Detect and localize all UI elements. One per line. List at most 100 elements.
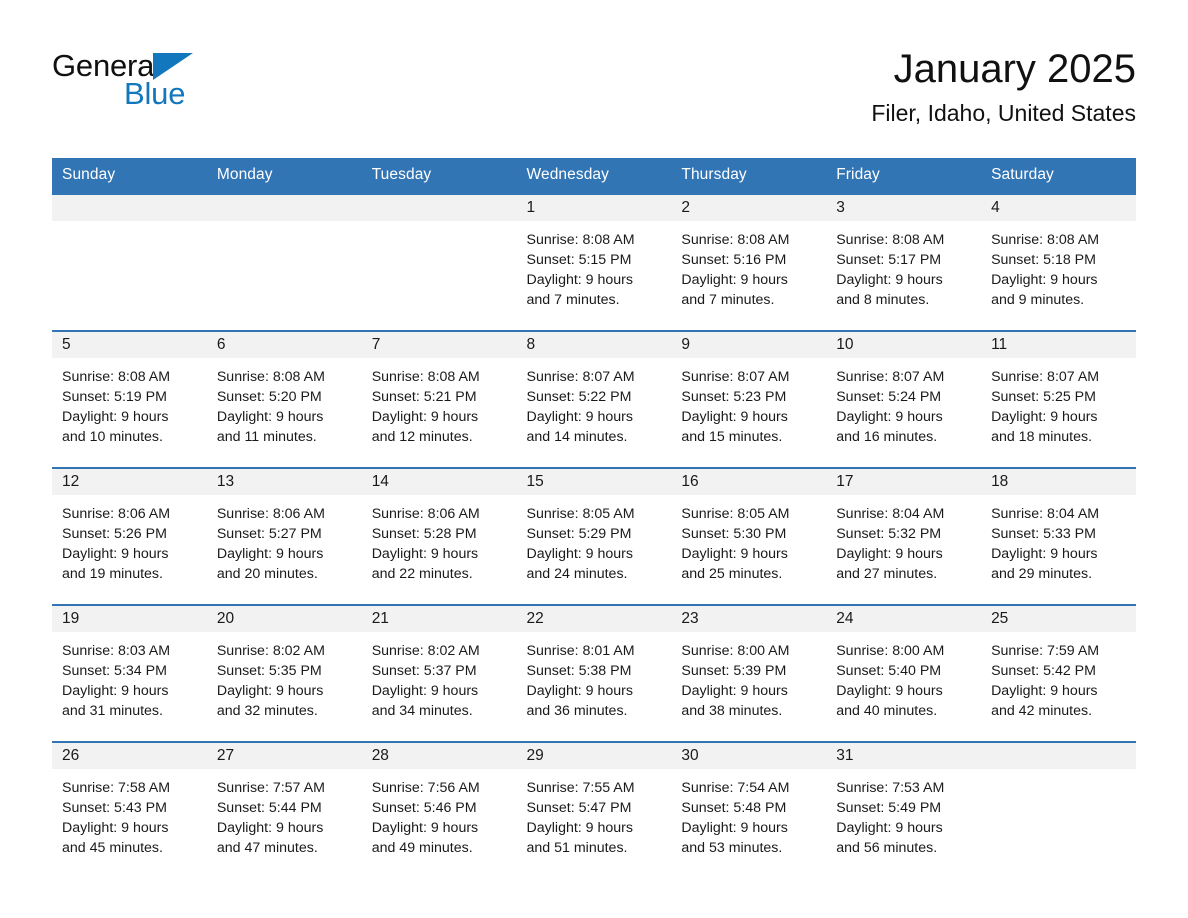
daylight-text: Daylight: 9 hours [991,683,1098,699]
sunrise-text: Sunrise: 8:06 AM [62,506,171,522]
day-number-band: 3 [826,195,982,221]
daylight-text: Daylight: 9 hours [216,683,324,699]
calendar-day-cell[interactable]: 21 Sunrise: 8:02 AM Sunset: 5:37 PM Dayligh… [361,604,517,742]
sunset-text: Sunset: 5:42 PM [991,663,1096,679]
day-number: 18 [991,473,1009,490]
sunset-text: Sunset: 5:19 PM [62,389,167,405]
calendar-day-cell[interactable]: 19 Sunrise: 8:03 AM Sunset: 5:34 PM Dayligh… [52,604,207,742]
calendar-day-cell[interactable]: 3 Sunrise: 8:08 AM Sunset: 5:17 PM Daylight… [826,193,982,331]
calendar-day-cell[interactable]: 16 Sunrise: 8:05 AM Sunset: 5:30 PM Dayligh… [671,467,827,605]
daylight-text: and 15 minutes. [681,429,783,445]
calendar-day-cell[interactable]: 10 Sunrise: 8:07 AM Sunset: 5:24 PM Dayligh… [826,330,982,468]
day-number-band: 12 [52,469,207,495]
day-cell-content: 3 Sunrise: 8:08 AM Sunset: 5:17 PM Daylight… [826,195,982,330]
calendar-day-cell[interactable]: 30 Sunrise: 7:54 AM Sunset: 5:48 PM Dayligh… [671,741,827,878]
calendar-day-cell[interactable]: 29 Sunrise: 7:55 AM Sunset: 5:47 PM Dayligh… [516,741,672,878]
day-number-band: 11 [981,332,1136,358]
day-cell-content: 6 Sunrise: 8:08 AM Sunset: 5:20 PM Daylight… [206,332,362,467]
day-number-band: 26 [52,743,207,769]
day-cell-content: 31 Sunrise: 7:53 AM Sunset: 5:49 PM Dayligh… [826,743,982,878]
day-number-band: 30 [671,743,827,769]
day-cell-content: 21 Sunrise: 8:02 AM Sunset: 5:37 PM Dayligh… [361,606,517,741]
calendar-day-cell[interactable]: 25 Sunrise: 7:59 AM Sunset: 5:42 PM Dayligh… [981,604,1136,742]
calendar-day-cell[interactable]: 26 Sunrise: 7:58 AM Sunset: 5:43 PM Dayligh… [52,741,207,878]
sunrise-text: Sunrise: 8:01 AM [526,643,635,659]
daylight-text: and 32 minutes. [216,703,318,719]
day-cell-content: 7 Sunrise: 8:08 AM Sunset: 5:21 PM Daylight… [361,332,517,467]
day-number: 25 [991,610,1009,627]
day-cell-content: 25 Sunrise: 7:59 AM Sunset: 5:42 PM Dayligh… [981,606,1136,741]
daylight-text: Daylight: 9 hours [836,272,943,288]
sunset-text: Sunset: 5:15 PM [526,252,632,268]
daylight-text: Daylight: 9 hours [216,820,324,836]
sunset-text: Sunset: 5:18 PM [991,252,1096,268]
day-sun-info: Sunrise: 8:07 AM Sunset: 5:22 PM Daylight:… [517,358,672,447]
day-number: 17 [836,473,854,490]
calendar-day-cell[interactable]: 23 Sunrise: 8:00 AM Sunset: 5:39 PM Dayligh… [671,604,827,742]
calendar-day-cell[interactable]: 6 Sunrise: 8:08 AM Sunset: 5:20 PM Daylight… [206,330,362,468]
daylight-text: and 51 minutes. [526,840,628,856]
day-cell-content: 26 Sunrise: 7:58 AM Sunset: 5:43 PM Dayligh… [52,743,207,878]
calendar-day-cell[interactable]: 4 Sunrise: 8:08 AM Sunset: 5:18 PM Daylight… [981,193,1136,331]
day-number: 7 [371,336,381,353]
day-cell-content: 8 Sunrise: 8:07 AM Sunset: 5:22 PM Daylight… [516,332,672,467]
day-number: 24 [836,610,854,627]
calendar-day-cell[interactable]: 11 Sunrise: 8:07 AM Sunset: 5:25 PM Dayligh… [981,330,1136,468]
daylight-text: Daylight: 9 hours [371,409,479,425]
calendar-day-cell[interactable]: 5 Sunrise: 8:08 AM Sunset: 5:19 PM Daylight… [52,330,207,468]
day-number: 29 [526,747,544,764]
calendar-day-cell[interactable]: 18 Sunrise: 8:04 AM Sunset: 5:33 PM Dayligh… [981,467,1136,605]
daylight-text: Daylight: 9 hours [371,683,479,699]
day-sun-info: Sunrise: 8:04 AM Sunset: 5:32 PM Daylight:… [826,495,981,584]
calendar-day-cell[interactable]: 15 Sunrise: 8:05 AM Sunset: 5:29 PM Dayligh… [516,467,672,605]
day-sun-info: Sunrise: 8:03 AM Sunset: 5:34 PM Daylight:… [52,632,207,721]
sunrise-text: Sunrise: 8:08 AM [371,369,480,385]
sunrise-text: Sunrise: 7:59 AM [991,643,1100,659]
calendar-day-cell[interactable]: 27 Sunrise: 7:57 AM Sunset: 5:44 PM Dayligh… [206,741,362,878]
daylight-text: and 47 minutes. [216,840,318,856]
weekday-header-friday: Friday [826,158,982,194]
sunrise-text: Sunrise: 8:00 AM [836,643,945,659]
daylight-text: Daylight: 9 hours [62,546,169,562]
daylight-text: and 49 minutes. [371,840,473,856]
general-blue-logo[interactable]: General Blue [52,46,252,109]
day-sun-info: Sunrise: 8:06 AM Sunset: 5:28 PM Daylight:… [362,495,517,584]
day-sun-info: Sunrise: 7:55 AM Sunset: 5:47 PM Daylight:… [517,769,672,858]
calendar-day-cell[interactable]: 22 Sunrise: 8:01 AM Sunset: 5:38 PM Dayligh… [516,604,672,742]
calendar-day-cell[interactable]: 28 Sunrise: 7:56 AM Sunset: 5:46 PM Dayligh… [361,741,517,878]
calendar-day-cell[interactable]: 31 Sunrise: 7:53 AM Sunset: 5:49 PM Dayligh… [826,741,982,878]
daylight-text: and 38 minutes. [681,703,783,719]
day-number: 1 [526,199,536,216]
calendar-day-cell[interactable]: 13 Sunrise: 8:06 AM Sunset: 5:27 PM Dayligh… [206,467,362,605]
calendar-day-cell[interactable]: 12 Sunrise: 8:06 AM Sunset: 5:26 PM Dayligh… [52,467,207,605]
weekday-header-sunday: Sunday [52,158,207,194]
calendar-day-cell[interactable]: 17 Sunrise: 8:04 AM Sunset: 5:32 PM Dayligh… [826,467,982,605]
daylight-text: and 40 minutes. [836,703,938,719]
calendar-day-cell[interactable]: 2 Sunrise: 8:08 AM Sunset: 5:16 PM Daylight… [671,193,827,331]
calendar-day-cell[interactable]: 20 Sunrise: 8:02 AM Sunset: 5:35 PM Dayligh… [206,604,362,742]
day-cell-content: 2 Sunrise: 8:08 AM Sunset: 5:16 PM Daylight… [671,195,827,330]
calendar-day-cell[interactable]: 7 Sunrise: 8:08 AM Sunset: 5:21 PM Daylight… [361,330,517,468]
day-sun-info: Sunrise: 8:08 AM Sunset: 5:17 PM Daylight:… [826,221,981,310]
daylight-text: and 9 minutes. [991,292,1085,308]
sunrise-text: Sunrise: 8:02 AM [371,643,480,659]
day-sun-info [52,221,207,230]
day-number-band: 9 [671,332,827,358]
sunrise-text: Sunrise: 8:07 AM [681,369,790,385]
sunset-text: Sunset: 5:35 PM [216,663,322,679]
day-sun-info: Sunrise: 8:07 AM Sunset: 5:23 PM Daylight:… [671,358,826,447]
sunset-text: Sunset: 5:22 PM [526,389,632,405]
calendar-day-cell[interactable]: 1 Sunrise: 8:08 AM Sunset: 5:15 PM Daylight… [516,193,672,331]
calendar-page: General Blue January 2025 Filer, Idaho, … [0,0,1188,918]
sunrise-text: Sunrise: 8:06 AM [371,506,480,522]
daylight-text: and 36 minutes. [526,703,628,719]
day-cell-content [981,743,1136,878]
calendar-day-cell[interactable]: 8 Sunrise: 8:07 AM Sunset: 5:22 PM Daylight… [516,330,672,468]
calendar-day-cell[interactable]: 24 Sunrise: 8:00 AM Sunset: 5:40 PM Dayligh… [826,604,982,742]
calendar-day-cell[interactable]: 14 Sunrise: 8:06 AM Sunset: 5:28 PM Dayligh… [361,467,517,605]
sunrise-text: Sunrise: 8:08 AM [62,369,171,385]
day-number-band: 25 [981,606,1136,632]
daylight-text: Daylight: 9 hours [526,683,633,699]
calendar-day-cell[interactable]: 9 Sunrise: 8:07 AM Sunset: 5:23 PM Daylight… [671,330,827,468]
day-number-band: 2 [671,195,827,221]
